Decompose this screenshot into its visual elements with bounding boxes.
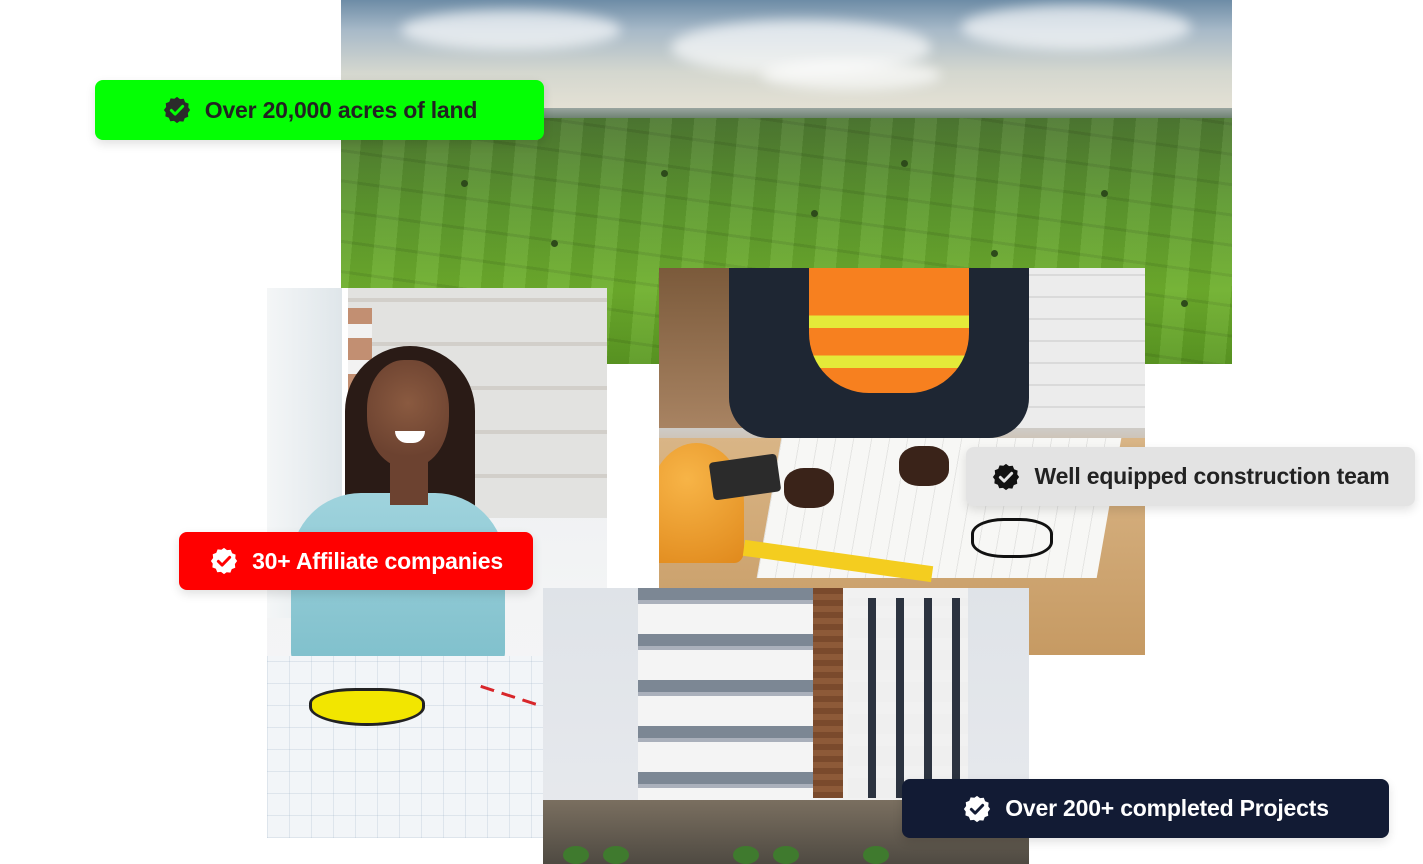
highlight-badge-affiliates: 30+ Affiliate companies <box>179 532 533 590</box>
verified-check-icon <box>962 794 992 824</box>
verified-check-icon <box>162 95 192 125</box>
highlight-label: Over 20,000 acres of land <box>204 96 478 123</box>
verified-check-icon <box>991 462 1021 492</box>
highlight-badge-projects: Over 200+ completed Projects <box>902 779 1389 838</box>
highlight-badge-land: Over 20,000 acres of land <box>95 80 544 140</box>
highlight-label: Well equipped construction team <box>1034 463 1390 489</box>
highlight-label: Over 200+ completed Projects <box>1005 795 1329 821</box>
highlight-badge-construction: Well equipped construction team <box>966 447 1415 506</box>
verified-check-icon <box>209 546 239 576</box>
highlight-label: 30+ Affiliate companies <box>252 547 503 574</box>
